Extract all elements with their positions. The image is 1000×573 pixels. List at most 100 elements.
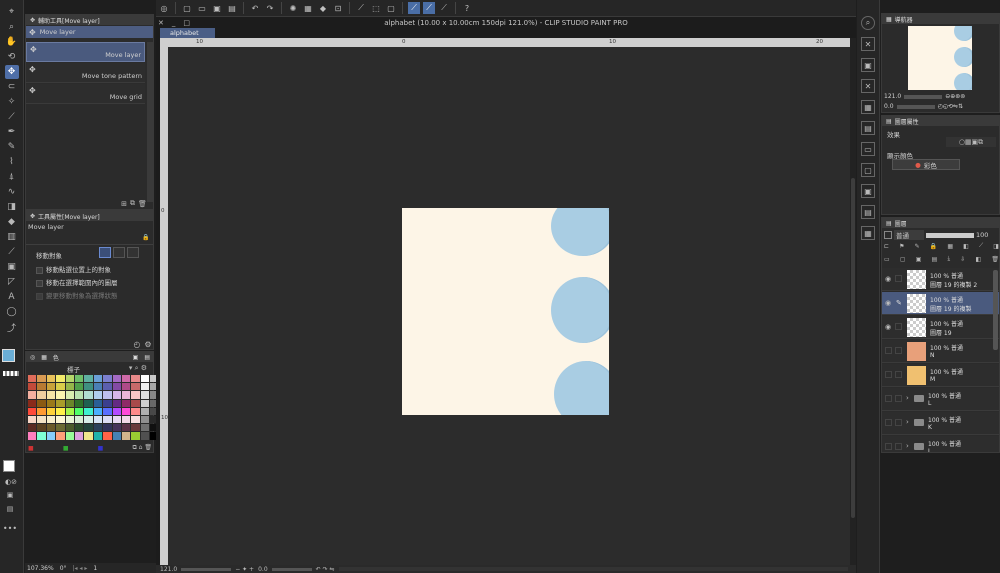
color-swatch[interactable] (93, 399, 103, 407)
color-swatch[interactable] (46, 424, 56, 432)
eyedropper-icon[interactable]: ⟋ (5, 110, 19, 124)
sub-tool-scrollbar[interactable] (147, 42, 153, 202)
color-swatch[interactable] (112, 383, 121, 391)
layer-scrollbar[interactable] (993, 270, 998, 350)
color-swatch[interactable] (65, 375, 74, 383)
eye-hidden-icon[interactable] (885, 395, 892, 402)
lock-icon[interactable]: 🔒 (930, 243, 937, 250)
clear-outside-icon[interactable]: ▦ (302, 2, 314, 14)
option-move-selection[interactable]: 移動在選擇範圍內的圖層 (36, 277, 118, 287)
color-swatch[interactable] (46, 399, 56, 407)
edit-lock-box[interactable] (895, 347, 902, 354)
color-swatch[interactable] (112, 415, 121, 424)
history-tab-icon[interactable]: ▤ (144, 354, 150, 361)
zoom-level[interactable]: 107.36% (27, 565, 54, 572)
sub-view-icon[interactable]: ✕ (861, 37, 875, 51)
color-swatch[interactable] (65, 383, 74, 391)
save-icon[interactable]: ▣ (211, 2, 223, 14)
target-layer-button[interactable] (99, 247, 111, 258)
show-selection-icon[interactable]: ▢ (385, 2, 397, 14)
sub-tool-item-move-tone[interactable]: ✥ Move tone pattern (26, 63, 145, 83)
color-swatch[interactable] (121, 383, 131, 391)
color-swatch[interactable] (56, 415, 65, 424)
folder-expand-icon[interactable]: › (906, 442, 909, 450)
color-swatch[interactable] (112, 391, 121, 399)
zoom-buttons-icon[interactable]: ⊖⊕⊛⊚ (945, 93, 965, 100)
view-icon[interactable]: ▭ (884, 256, 890, 263)
color-swatch[interactable] (93, 415, 103, 424)
color-swatch[interactable] (121, 432, 131, 440)
layer-mask-icon[interactable]: ▤ (4, 505, 16, 513)
hand-icon[interactable]: ✋ (5, 35, 19, 49)
clear-icon[interactable]: ✺ (287, 2, 299, 14)
folder-expand-icon[interactable]: › (906, 394, 909, 402)
color-set-options-icon[interactable]: ▾ ⌕ ⚙ (124, 364, 152, 372)
color-swatch[interactable] (121, 399, 131, 407)
color-swatch[interactable] (37, 407, 46, 415)
color-swatch[interactable] (140, 383, 150, 391)
transfer-down-icon[interactable]: ⤓ (947, 255, 950, 263)
color-swatch[interactable] (37, 432, 46, 440)
color-swatch[interactable] (131, 424, 140, 432)
color-swatch[interactable] (37, 383, 46, 391)
color-swatch[interactable] (56, 375, 65, 383)
magic-wand-icon[interactable]: ✧ (5, 95, 19, 109)
item-bank-icon[interactable]: ▣ (861, 58, 875, 72)
color-set-tab[interactable]: 色 (53, 353, 59, 362)
color-swatch[interactable] (93, 375, 103, 383)
navigator-zoom-value[interactable]: 121.0 (884, 93, 901, 100)
snap-grid-icon[interactable]: ⟋ (438, 2, 450, 14)
fill-icon[interactable]: ◆ (317, 2, 329, 14)
color-swatch[interactable] (74, 407, 84, 415)
color-swatch[interactable] (93, 424, 103, 432)
edit-lock-box[interactable] (895, 419, 902, 426)
rotation-angle[interactable]: 0° (60, 565, 67, 572)
sub-tool-item-move-layer[interactable]: ✥ Move layer (26, 42, 145, 62)
page-number[interactable]: 1 (93, 565, 97, 572)
layer-toolbar-1[interactable]: ⊏ ⚑ ✎ 🔒 ▦ ◧ ⟋ ◨ (884, 241, 999, 251)
intermediate-color-tab-icon[interactable]: ▣ (133, 354, 139, 361)
undo-icon[interactable]: ↶ (249, 2, 261, 14)
option-move-clicked[interactable]: 移動點選位置上的對象 (36, 264, 111, 274)
color-swatch[interactable] (140, 391, 150, 399)
color-swatch[interactable] (28, 415, 37, 424)
color-swatch[interactable] (93, 383, 103, 391)
lock-icon[interactable]: 🔒 (142, 233, 150, 241)
pointer-icon[interactable]: ⌖ (5, 5, 19, 19)
color-set-title[interactable]: 標子 (26, 364, 121, 374)
tab-alphabet[interactable]: alphabet (160, 28, 215, 38)
delete-layer-icon[interactable]: 🗑 (991, 256, 999, 263)
color-swatch[interactable] (28, 424, 37, 432)
eye-icon[interactable]: ◉ (885, 275, 892, 283)
material-icon-7[interactable]: ▤ (861, 205, 875, 219)
color-swatch[interactable] (56, 391, 65, 399)
eye-hidden-icon[interactable] (885, 347, 892, 354)
new-file-icon[interactable]: ▢ (181, 2, 193, 14)
lasso-icon[interactable]: ⊂ (5, 80, 19, 94)
material-icon-1[interactable]: ✕ (861, 79, 875, 93)
color-swatch[interactable] (65, 432, 74, 440)
color-swatch[interactable] (84, 399, 93, 407)
color-swatch[interactable] (65, 399, 74, 407)
navigator-preview[interactable] (908, 26, 972, 90)
color-swatch[interactable] (74, 375, 84, 383)
edit-lock-box[interactable] (895, 371, 902, 378)
eye-hidden-icon[interactable] (885, 443, 892, 450)
new-vector-icon[interactable]: ▣ (916, 256, 922, 263)
color-swatch[interactable] (65, 424, 74, 432)
color-swatch[interactable] (46, 407, 56, 415)
mask-icon[interactable]: ◧ (963, 243, 969, 250)
checkbox[interactable] (36, 292, 43, 300)
color-swatch[interactable] (131, 375, 140, 383)
color-swatch[interactable] (37, 391, 46, 399)
delete-icon[interactable]: 🗑 (138, 200, 147, 208)
layer-row[interactable]: ◉ 100 % 普通 圖層 19 的複製 2 (882, 268, 999, 291)
navigator-icon[interactable]: ⌕ (861, 16, 875, 30)
color-swatch[interactable] (112, 399, 121, 407)
color-swatch[interactable] (46, 415, 56, 424)
color-swatch[interactable] (93, 407, 103, 415)
color-swatch[interactable] (131, 399, 140, 407)
palette-icon[interactable]: ◨ (993, 243, 999, 250)
color-mode-icon[interactable]: ▣ (4, 491, 16, 499)
material-icon-2[interactable]: ▦ (861, 100, 875, 114)
